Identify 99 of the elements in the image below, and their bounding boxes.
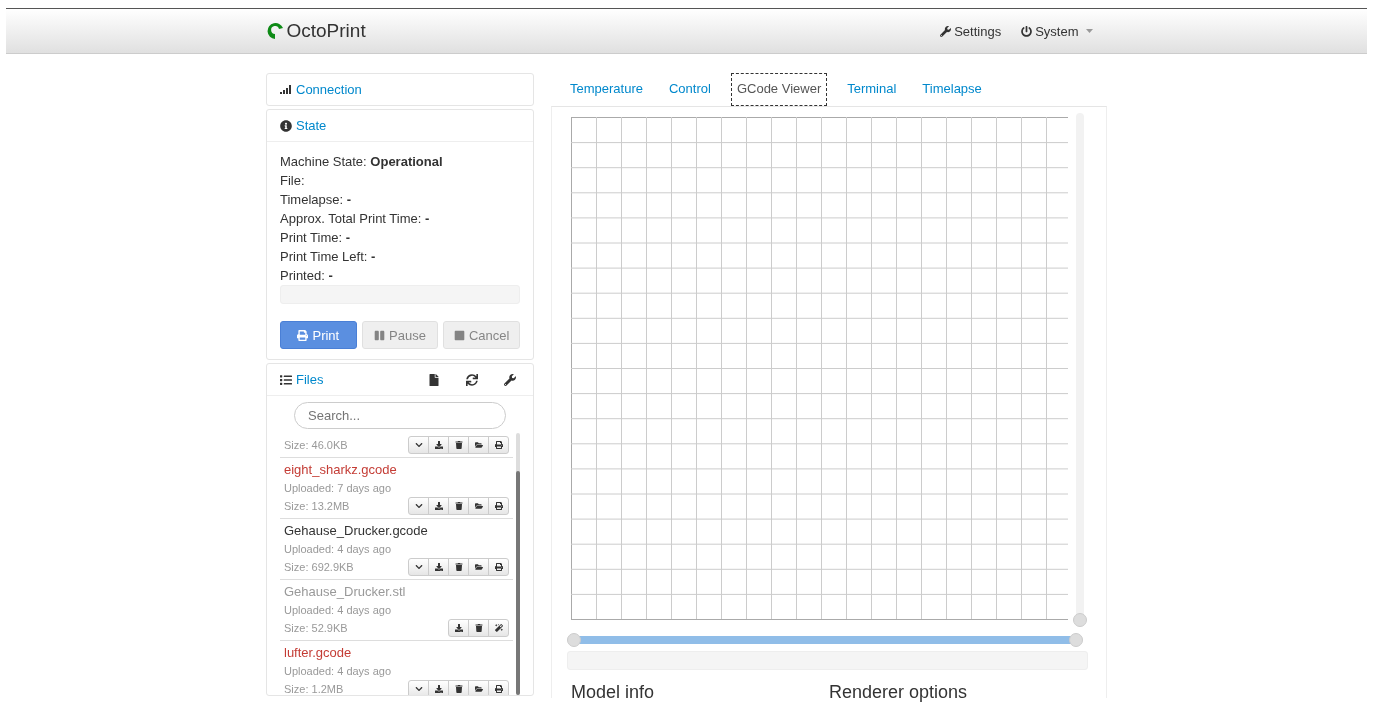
open-button[interactable] — [468, 497, 489, 515]
stop-icon — [453, 329, 465, 341]
scrollbar[interactable] — [516, 433, 520, 695]
print-button[interactable] — [488, 680, 509, 695]
load-button[interactable] — [448, 619, 469, 637]
tab[interactable]: GCode Viewer — [730, 73, 828, 106]
upload-date: Uploaded: 4 days ago — [284, 664, 393, 679]
file-name[interactable]: Gehause_Drucker.gcode — [284, 522, 509, 540]
file-name[interactable]: Gehause_Drucker.stl — [284, 583, 509, 601]
trash-icon — [454, 502, 463, 510]
download-icon — [434, 563, 443, 571]
upload-date: Uploaded: 4 days ago — [284, 542, 393, 557]
printer-icon — [297, 329, 309, 341]
trash-icon — [454, 563, 463, 571]
printer-icon — [494, 685, 503, 693]
open-button[interactable] — [468, 436, 489, 454]
printer-icon — [494, 563, 503, 571]
slider-thumb[interactable] — [1069, 633, 1083, 647]
logo-icon — [266, 22, 285, 40]
download-icon — [434, 685, 443, 693]
expand-button[interactable] — [408, 558, 429, 576]
action-button[interactable]: Print — [280, 321, 357, 349]
caret-icon — [414, 685, 423, 693]
folder-icon — [474, 441, 483, 449]
power-icon — [1021, 25, 1033, 37]
info-icon — [280, 119, 292, 132]
file-icon[interactable] — [428, 373, 440, 386]
layer-slider[interactable] — [1073, 113, 1087, 627]
delete-button[interactable] — [448, 497, 469, 515]
upload-date: Uploaded: 7 days ago — [284, 481, 393, 496]
file-size: Size: 692.9KB — [284, 560, 354, 575]
folder-icon — [474, 685, 483, 693]
expand-button[interactable] — [408, 497, 429, 515]
file-size: Size: 1.2MB — [284, 682, 344, 695]
load-button[interactable] — [428, 497, 449, 515]
tab[interactable]: Terminal — [841, 73, 903, 106]
nav-link[interactable]: Settings — [940, 23, 1002, 39]
range-slider[interactable] — [567, 633, 1083, 647]
folder-icon — [474, 563, 483, 571]
section-title: Model info — [571, 682, 656, 703]
tab[interactable]: Temperature — [564, 73, 649, 106]
print-button[interactable] — [488, 436, 509, 454]
panel-title-link[interactable]: Files — [296, 372, 324, 387]
folder-icon — [474, 502, 483, 510]
expand-button[interactable] — [408, 680, 429, 695]
file-name[interactable]: lufter.gcode — [284, 644, 509, 662]
state-line: Print Time: - — [280, 229, 352, 247]
delete-button[interactable] — [448, 680, 469, 695]
search-field[interactable]: Search... — [294, 402, 506, 429]
state-line: Print Time Left: - — [280, 248, 377, 266]
load-button[interactable] — [428, 680, 449, 695]
wrench-icon — [940, 25, 952, 37]
trash-icon — [454, 685, 463, 693]
tab[interactable]: Timelapse — [916, 73, 988, 106]
open-button[interactable] — [468, 558, 489, 576]
pause-icon — [374, 329, 386, 341]
panel-title-link[interactable]: Connection — [296, 82, 362, 97]
slider-thumb[interactable] — [567, 633, 581, 647]
delete-button[interactable] — [448, 436, 469, 454]
open-button[interactable] — [468, 680, 489, 695]
print-button[interactable] — [488, 497, 509, 515]
expand-button[interactable] — [408, 436, 429, 454]
delete-button[interactable] — [448, 558, 469, 576]
caret-icon — [414, 502, 423, 510]
brand-link[interactable]: OctoPrint — [266, 20, 366, 42]
section-title: Renderer options — [829, 682, 969, 703]
delete-button[interactable] — [468, 619, 489, 637]
wrench-icon[interactable] — [504, 373, 516, 386]
print-button[interactable] — [488, 558, 509, 576]
caret-icon — [414, 563, 423, 571]
nav-link[interactable]: System — [1021, 23, 1093, 39]
state-line: File: — [280, 172, 306, 190]
state-line: Timelapse: - — [280, 191, 353, 209]
file-name[interactable]: eight_sharkz.gcode — [284, 461, 509, 479]
slider-thumb[interactable] — [1073, 613, 1088, 627]
wand-icon — [494, 624, 503, 632]
upload-date: Uploaded: 4 days ago — [284, 603, 393, 618]
download-icon — [434, 441, 443, 449]
tab[interactable]: Control — [663, 73, 717, 106]
signal-icon — [280, 85, 292, 94]
load-button[interactable] — [428, 558, 449, 576]
state-line: Approx. Total Print Time: - — [280, 210, 431, 228]
state-line: Machine State: Operational — [280, 153, 444, 171]
trash-icon — [454, 441, 463, 449]
caret-icon — [414, 441, 423, 449]
download-icon — [454, 624, 463, 632]
slice-button[interactable] — [488, 619, 509, 637]
list-icon — [280, 373, 292, 386]
panel-title-link[interactable]: State — [296, 118, 327, 133]
refresh-icon[interactable] — [466, 373, 478, 386]
trash-icon — [474, 624, 483, 632]
download-icon — [434, 502, 443, 510]
printer-icon — [494, 502, 503, 510]
file-size: Size: 13.2MB — [284, 499, 350, 514]
file-size: Size: 46.0KB — [284, 438, 348, 453]
printer-icon — [494, 441, 503, 449]
file-size: Size: 52.9KB — [284, 621, 348, 636]
state-line: Printed: - — [280, 267, 334, 285]
load-button[interactable] — [428, 436, 449, 454]
